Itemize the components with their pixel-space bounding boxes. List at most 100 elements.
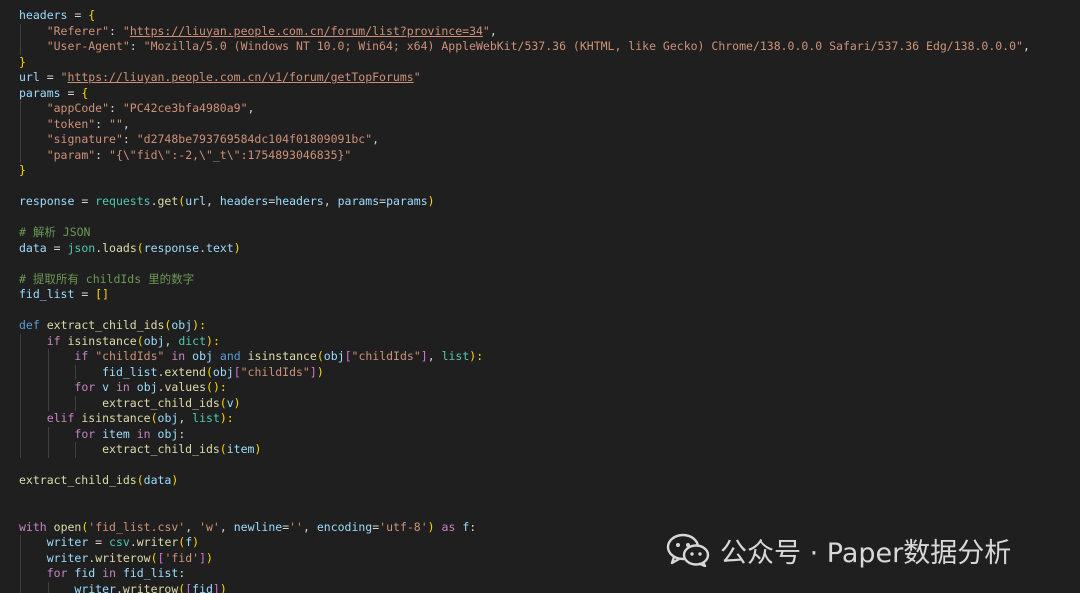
code-token: obj bbox=[323, 349, 345, 363]
code-line[interactable] bbox=[19, 179, 1030, 195]
code-token: ( bbox=[150, 550, 158, 565]
code-line[interactable]: "appCode": "PC42ce3bfa4980a9", bbox=[19, 101, 1030, 117]
indent-guide bbox=[47, 442, 49, 458]
code-token: "childIds" bbox=[351, 349, 421, 363]
indent-guide bbox=[20, 442, 21, 458]
indent-guide bbox=[20, 550, 21, 566]
code-token: params bbox=[386, 194, 428, 208]
code-token: in bbox=[171, 349, 186, 363]
code-line[interactable]: params = { bbox=[19, 86, 1030, 102]
code-line[interactable] bbox=[19, 489, 1030, 505]
code-token: # 解析 JSON bbox=[19, 225, 91, 239]
code-token: [ bbox=[344, 349, 352, 363]
code-token: writerow bbox=[122, 581, 179, 593]
code-token: fid bbox=[74, 566, 96, 580]
code-token: { bbox=[81, 85, 89, 100]
code-token: obj bbox=[143, 333, 165, 348]
code-token: with bbox=[19, 519, 47, 534]
code-line[interactable]: for v in obj.values(): bbox=[19, 380, 1030, 396]
code-line[interactable] bbox=[19, 504, 1030, 520]
code-editor[interactable]: headers = { "Referer": "https://liuyan.p… bbox=[0, 0, 1080, 593]
code-line[interactable]: elif isinstance(obj, list): bbox=[19, 411, 1030, 427]
code-token: fid_list bbox=[102, 364, 158, 379]
indent-guide bbox=[20, 39, 21, 55]
code-line[interactable]: for item in obj: bbox=[19, 426, 1030, 442]
code-line[interactable]: } bbox=[19, 163, 1030, 179]
code-token: : bbox=[129, 39, 144, 53]
code-token: open bbox=[53, 519, 82, 534]
code-token: csv bbox=[109, 535, 130, 549]
code-line[interactable]: def extract_child_ids(obj): bbox=[19, 318, 1030, 334]
code-line[interactable]: "signature": "d2748be793769584dc104f0180… bbox=[19, 132, 1030, 148]
code-line[interactable] bbox=[19, 458, 1030, 474]
code-token: : bbox=[95, 116, 110, 131]
code-token: , bbox=[372, 132, 380, 146]
code-token: extract_child_ids bbox=[19, 473, 137, 487]
code-token: . bbox=[115, 581, 123, 593]
code-line[interactable] bbox=[19, 303, 1030, 319]
code-token: isinstance bbox=[247, 349, 317, 363]
code-line[interactable]: response = requests.get(url, headers=hea… bbox=[19, 194, 1030, 210]
code-token: "param" bbox=[46, 147, 96, 162]
code-line[interactable] bbox=[19, 256, 1030, 272]
indent-guide bbox=[20, 147, 21, 163]
code-line[interactable] bbox=[19, 210, 1030, 226]
code-token: response bbox=[143, 240, 200, 255]
code-token: data bbox=[19, 240, 47, 255]
code-token: values bbox=[164, 380, 207, 394]
code-token: in bbox=[115, 380, 130, 394]
code-token: requests bbox=[95, 194, 151, 208]
code-token: item bbox=[102, 426, 130, 441]
code-line[interactable]: headers = { bbox=[19, 8, 1030, 24]
code-token: , bbox=[178, 411, 193, 425]
code-line[interactable]: # 解析 JSON bbox=[19, 225, 1030, 241]
indent-guide bbox=[75, 364, 77, 380]
indent-guide bbox=[20, 349, 21, 365]
code-token: ( bbox=[316, 349, 324, 363]
code-line[interactable]: # 提取所有 childIds 里的数字 bbox=[19, 272, 1030, 288]
code-line[interactable]: extract_child_ids(data) bbox=[19, 473, 1030, 489]
code-line[interactable]: "token": "", bbox=[19, 116, 1030, 132]
code-token: ( bbox=[150, 411, 158, 425]
code-content[interactable]: headers = { "Referer": "https://liuyan.p… bbox=[19, 8, 1030, 593]
code-line[interactable]: if "childIds" in obj and isinstance(obj[… bbox=[19, 349, 1030, 365]
code-line[interactable]: "Referer": "https://liuyan.people.com.cn… bbox=[19, 23, 1030, 39]
code-line[interactable]: if isinstance(obj, dict): bbox=[19, 333, 1030, 349]
code-line[interactable]: data = json.loads(response.text) bbox=[19, 241, 1030, 257]
code-token: 'w' bbox=[199, 519, 220, 534]
code-line[interactable]: "User-Agent": "Mozilla/5.0 (Windows NT 1… bbox=[19, 39, 1030, 55]
code-token: ) bbox=[233, 240, 241, 255]
code-token: = bbox=[46, 240, 68, 255]
code-line[interactable]: extract_child_ids(item) bbox=[19, 442, 1030, 458]
code-token: "{\"fid\":-2,\"_t\":1754893046835}" bbox=[109, 147, 352, 162]
code-line[interactable]: } bbox=[19, 55, 1030, 71]
code-token: v bbox=[102, 380, 110, 394]
code-line[interactable]: "param": "{\"fid\":-2,\"_t\":17548930468… bbox=[19, 147, 1030, 163]
code-line[interactable]: fid_list = [] bbox=[19, 287, 1030, 303]
code-token: headers bbox=[275, 194, 324, 208]
code-token: get bbox=[157, 194, 179, 208]
code-line[interactable]: url = "https://liuyan.people.com.cn/v1/f… bbox=[19, 70, 1030, 86]
code-line[interactable]: writer.writerow([fid]) bbox=[19, 581, 1030, 593]
code-line[interactable]: fid_list.extend(obj["childIds"]) bbox=[19, 364, 1030, 380]
code-token: ) bbox=[427, 194, 435, 208]
code-token: [] bbox=[95, 287, 110, 301]
indent-guide bbox=[20, 395, 21, 411]
indent-guide bbox=[20, 411, 21, 427]
code-token: writerow bbox=[95, 550, 151, 565]
code-token: } bbox=[19, 163, 26, 177]
code-token: obj bbox=[192, 349, 213, 363]
code-line[interactable]: extract_child_ids(v) bbox=[19, 395, 1030, 411]
code-token: ): bbox=[219, 411, 234, 425]
indent-guide bbox=[20, 116, 21, 132]
watermark: 公众号 · Paper数据分析 bbox=[666, 530, 1011, 570]
